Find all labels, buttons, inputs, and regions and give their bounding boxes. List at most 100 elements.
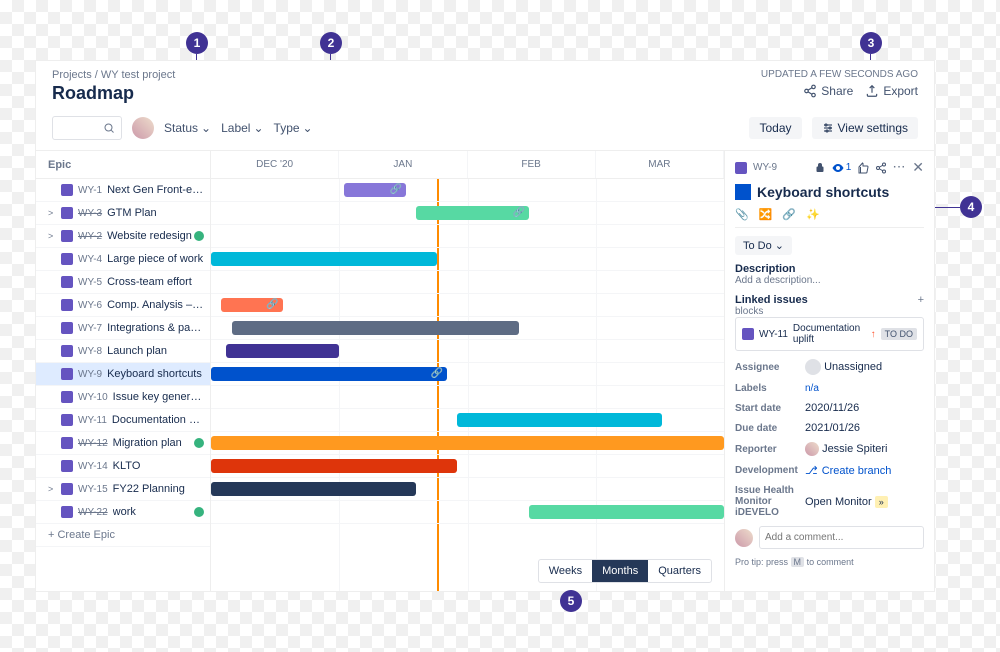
user-avatar-filter[interactable]: [132, 117, 154, 139]
create-branch-link[interactable]: ⎇Create branch: [805, 464, 891, 477]
expand-icon[interactable]: >: [48, 484, 56, 494]
dependency-link-icon: 🔗: [513, 207, 525, 218]
search-input[interactable]: [52, 116, 122, 140]
export-button[interactable]: Export: [865, 84, 918, 98]
timeline-bar[interactable]: [211, 436, 724, 450]
timeline-bar[interactable]: 🔗: [221, 298, 283, 312]
timeline[interactable]: DEC '20JANFEBMAR 🔗🔗🔗🔗 Weeks Months Quart…: [211, 151, 724, 591]
expand-icon[interactable]: >: [48, 231, 56, 241]
epic-row[interactable]: WY-11 Documentation uplift: [36, 409, 210, 432]
label-filter[interactable]: Label ⌄: [221, 121, 263, 135]
epic-key: WY-12: [78, 438, 108, 449]
watch-button[interactable]: 1: [832, 162, 852, 174]
like-icon[interactable]: [857, 162, 869, 174]
subtask-icon[interactable]: 🔀: [759, 208, 773, 221]
epic-key: WY-22: [78, 507, 108, 518]
epic-row[interactable]: WY-7 Integrations & partnership API: [36, 317, 210, 340]
add-link-icon[interactable]: +: [918, 294, 924, 306]
timeline-bar[interactable]: [457, 413, 662, 427]
health-monitor-value[interactable]: Open Monitor: [805, 496, 872, 508]
close-icon[interactable]: ✕: [912, 159, 924, 176]
attach-icon[interactable]: 📎: [735, 208, 749, 221]
share-icon: [803, 84, 817, 98]
type-filter[interactable]: Type ⌄: [274, 121, 313, 135]
epic-row[interactable]: WY-14 KLTO: [36, 455, 210, 478]
timeline-bar[interactable]: 🔗: [211, 367, 447, 381]
view-settings-button[interactable]: View settings: [812, 117, 918, 139]
assignee-value[interactable]: Unassigned: [824, 361, 882, 373]
timeline-row: [211, 386, 724, 409]
epic-row[interactable]: WY-6 Comp. Analysis – what's out th...: [36, 294, 210, 317]
linked-issue-row[interactable]: WY-11 Documentation uplift ↑ TO DO: [735, 317, 924, 351]
breadcrumb-projects[interactable]: Projects: [52, 69, 92, 81]
epic-row[interactable]: > WY-2 Website redesign: [36, 225, 210, 248]
timeline-row: [211, 455, 724, 478]
timeline-row: [211, 432, 724, 455]
epic-row[interactable]: WY-4 Large piece of work: [36, 248, 210, 271]
chevron-down-icon: ⌄: [303, 121, 313, 135]
epic-row[interactable]: WY-5 Cross-team effort: [36, 271, 210, 294]
timeline-bar[interactable]: [211, 459, 457, 473]
comment-input[interactable]: [759, 526, 924, 549]
epic-row[interactable]: > WY-15 FY22 Planning: [36, 478, 210, 501]
start-date-value[interactable]: 2020/11/26: [805, 402, 859, 414]
linked-issue-key: WY-11: [759, 329, 788, 340]
epic-row[interactable]: WY-9 Keyboard shortcuts: [36, 363, 210, 386]
timeline-row: [211, 409, 724, 432]
share-button[interactable]: Share: [803, 84, 853, 98]
timeline-bar[interactable]: 🔗: [416, 206, 529, 220]
timeline-row: [211, 248, 724, 271]
comment-avatar: [735, 529, 753, 547]
due-date-label: Due date: [735, 423, 805, 434]
timeline-bar[interactable]: [211, 482, 416, 496]
timeline-row: [211, 340, 724, 363]
more-icon[interactable]: ···: [893, 162, 906, 173]
description-placeholder[interactable]: Add a description...: [735, 275, 924, 286]
panel-issue-title[interactable]: Keyboard shortcuts: [757, 184, 889, 200]
annotation-3: 3: [860, 32, 882, 54]
status-dropdown[interactable]: To Do ⌄: [735, 236, 792, 255]
comment-row: [735, 526, 924, 549]
timeline-bar[interactable]: [529, 505, 724, 519]
link-issue-icon[interactable]: 🔗: [782, 208, 796, 221]
epic-row[interactable]: WY-1 Next Gen Front-end: [36, 179, 210, 202]
epic-type-icon: [61, 483, 73, 495]
zoom-weeks[interactable]: Weeks: [539, 560, 592, 582]
labels-value[interactable]: n/a: [805, 383, 819, 394]
today-button[interactable]: Today: [749, 117, 801, 139]
epic-name: Migration plan: [113, 437, 204, 449]
epic-type-icon: [61, 368, 73, 380]
create-branch-label: Create branch: [822, 465, 892, 477]
lock-icon[interactable]: [814, 162, 826, 174]
timeline-row: [211, 225, 724, 248]
create-epic-button[interactable]: + Create Epic: [36, 524, 210, 547]
watch-count: 1: [846, 162, 852, 173]
epic-row[interactable]: > WY-3 GTM Plan: [36, 202, 210, 225]
timeline-bar[interactable]: 🔗: [344, 183, 406, 197]
breadcrumb-project[interactable]: WY test project: [101, 69, 175, 81]
reporter-value[interactable]: Jessie Spiteri: [822, 443, 887, 455]
epic-list: Epic WY-1 Next Gen Front-end > WY-3 GTM …: [36, 151, 211, 591]
epic-type-icon: [61, 322, 73, 334]
timeline-bar[interactable]: [226, 344, 339, 358]
chevron-down-icon: ⌄: [201, 121, 211, 135]
share-icon[interactable]: [875, 162, 887, 174]
panel-color-square: [735, 184, 751, 200]
expand-icon[interactable]: >: [48, 208, 56, 218]
zoom-quarters[interactable]: Quarters: [648, 560, 711, 582]
epic-name: Comp. Analysis – what's out th...: [107, 299, 204, 311]
zoom-months[interactable]: Months: [592, 560, 648, 582]
due-date-value[interactable]: 2021/01/26: [805, 422, 860, 434]
zoom-control: Weeks Months Quarters: [538, 559, 712, 583]
epic-row[interactable]: WY-22 work: [36, 501, 210, 524]
timeline-bar[interactable]: [232, 321, 519, 335]
epic-row[interactable]: WY-12 Migration plan: [36, 432, 210, 455]
timeline-bar[interactable]: [211, 252, 437, 266]
status-filter[interactable]: Status ⌄: [164, 121, 211, 135]
epic-row[interactable]: WY-10 Issue key generator: [36, 386, 210, 409]
linked-type-icon: [742, 328, 754, 340]
panel-issue-key[interactable]: WY-9: [753, 162, 777, 173]
sparkle-icon[interactable]: ✨: [806, 208, 820, 221]
epic-key: WY-2: [78, 231, 102, 242]
epic-row[interactable]: WY-8 Launch plan: [36, 340, 210, 363]
